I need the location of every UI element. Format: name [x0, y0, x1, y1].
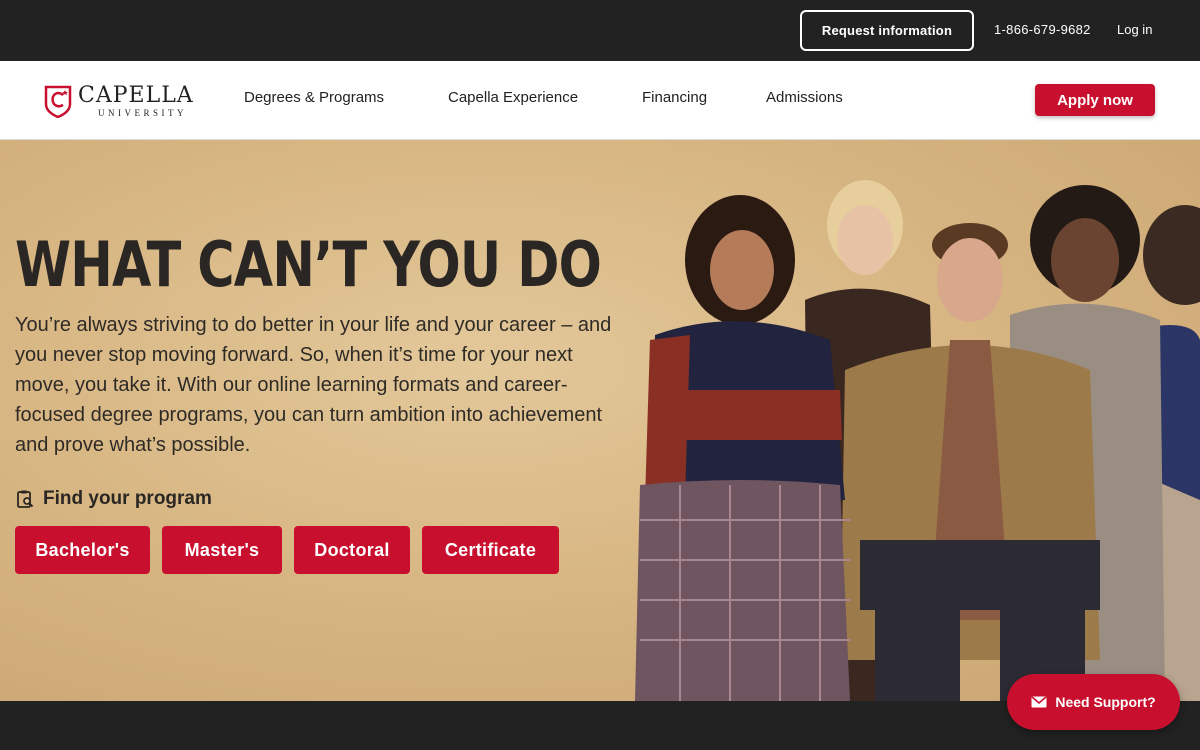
- doctoral-button[interactable]: Doctoral: [294, 526, 410, 574]
- hero-headline: WHAT CAN’T YOU DO: [15, 228, 602, 301]
- need-support-button[interactable]: Need Support?: [1007, 674, 1180, 730]
- hero-section: WHAT CAN’T YOU DO You’re always striving…: [0, 140, 1200, 701]
- brand-subtitle: UNIVERSITY: [98, 107, 187, 118]
- nav-capella-experience[interactable]: Capella Experience: [448, 89, 578, 106]
- request-information-button[interactable]: Request information: [800, 10, 974, 51]
- hero-photo-students: [635, 180, 1200, 701]
- brand-name: CAPELLA: [78, 82, 194, 108]
- find-program-heading: Find your program: [15, 488, 212, 510]
- phone-link[interactable]: 1-866-679-9682: [994, 22, 1091, 37]
- shield-icon: [44, 85, 72, 118]
- bachelors-button[interactable]: Bachelor's: [15, 526, 150, 574]
- login-link[interactable]: Log in: [1117, 22, 1152, 37]
- hero-description: You’re always striving to do better in y…: [15, 314, 612, 456]
- find-program-label: Find your program: [43, 488, 212, 509]
- capella-logo[interactable]: CAPELLA UNIVERSITY: [44, 81, 194, 121]
- nav-financing[interactable]: Financing: [642, 89, 707, 106]
- envelope-icon: [1031, 696, 1047, 708]
- nav-degrees-programs[interactable]: Degrees & Programs: [244, 89, 384, 106]
- main-navigation: CAPELLA UNIVERSITY Degrees & Programs Ca…: [0, 61, 1200, 140]
- top-utility-bar: Request information 1-866-679-9682 Log i…: [0, 0, 1200, 61]
- certificate-button[interactable]: Certificate: [422, 526, 559, 574]
- masters-button[interactable]: Master's: [162, 526, 282, 574]
- nav-admissions[interactable]: Admissions: [766, 89, 843, 106]
- apply-now-button[interactable]: Apply now: [1035, 84, 1155, 116]
- clipboard-search-icon: [17, 490, 34, 508]
- need-support-label: Need Support?: [1055, 694, 1156, 710]
